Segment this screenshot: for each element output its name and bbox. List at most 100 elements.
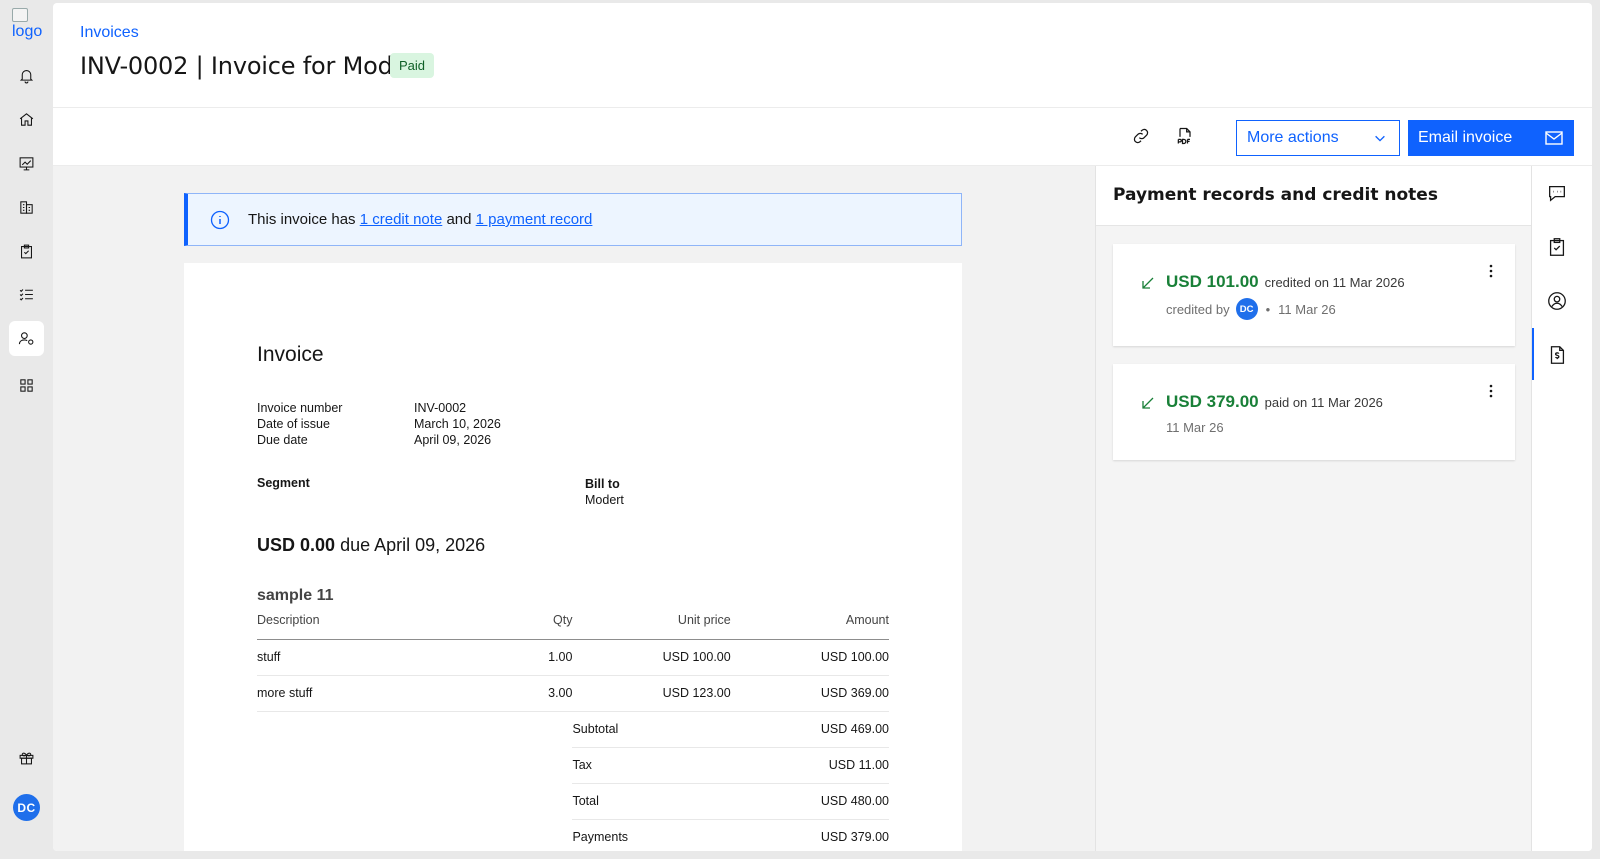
meta-value: April 09, 2026	[414, 433, 492, 447]
line-section-title: sample 11	[257, 587, 334, 604]
info-icon	[210, 210, 230, 229]
more-actions-dropdown[interactable]: More actions	[1236, 120, 1400, 156]
amount-due: USD 0.00 due April 09, 2026	[257, 535, 485, 556]
invoice-heading: Invoice	[257, 343, 324, 366]
home-icon	[19, 113, 34, 126]
clipboard-icon	[21, 244, 32, 259]
main-panel: Invoices INV-0002 | Invoice for Modert P…	[53, 3, 1592, 851]
meta-row: Due date April 09, 2026	[257, 432, 501, 448]
apps-button[interactable]	[9, 368, 44, 403]
meta-value: INV-0002	[414, 401, 467, 415]
record-amount: USD 379.00 paid on 11 Mar 2026	[1166, 392, 1383, 412]
copy-link-button[interactable]	[1130, 125, 1152, 147]
record-date: 11 Mar 26	[1166, 420, 1224, 435]
user-circle-icon	[1548, 292, 1566, 310]
col-description: Description	[257, 613, 451, 640]
email-invoice-button[interactable]: Email invoice	[1408, 120, 1574, 156]
chart-icon	[19, 157, 34, 171]
dashboard-button[interactable]	[9, 146, 44, 181]
comments-tab[interactable]	[1546, 182, 1568, 204]
status-badge: Paid	[390, 53, 435, 78]
pdf-icon	[1177, 127, 1191, 145]
logo[interactable]: logo	[12, 8, 44, 46]
building-icon	[20, 201, 33, 214]
payment-records-panel: Payment records and credit notes USD 101…	[1095, 166, 1531, 851]
breadcrumb-invoices[interactable]: Invoices	[80, 24, 139, 42]
record-action: credited on 11 Mar 2026	[1264, 275, 1405, 290]
meta-label: Due date	[257, 433, 308, 447]
table-row: more stuff 3.00 USD 123.00 USD 369.00	[257, 675, 889, 712]
tasks-tab[interactable]	[1546, 236, 1568, 258]
overflow-menu-icon[interactable]	[1489, 264, 1493, 278]
record-subline: credited by DC • 11 Mar 26	[1166, 298, 1336, 320]
page-header: Invoices INV-0002 | Invoice for Modert P…	[53, 3, 1592, 108]
record-card[interactable]: USD 379.00 paid on 11 Mar 2026 11 Mar 26	[1113, 364, 1515, 460]
credit-note-link[interactable]: 1 credit note	[360, 211, 443, 228]
amount-due-value: USD 0.00	[257, 535, 336, 555]
cell-description: stuff	[257, 639, 451, 676]
bill-to-label: Bill to	[585, 477, 620, 491]
broken-image-icon	[12, 8, 28, 22]
user-avatar[interactable]: DC	[13, 794, 40, 821]
chevron-down-icon	[1375, 135, 1385, 142]
totals-row: Subtotal USD 469.00	[257, 711, 889, 748]
payment-record-link[interactable]: 1 payment record	[476, 211, 593, 228]
total-value: USD 379.00	[730, 819, 889, 851]
record-amount-value: USD 101.00	[1166, 272, 1259, 291]
line-items-table: Description Qty Unit price Amount stuff …	[257, 613, 889, 851]
total-value: USD 11.00	[730, 747, 889, 784]
table-row: stuff 1.00 USD 100.00 USD 100.00	[257, 639, 889, 676]
arrow-down-left-icon	[1142, 397, 1154, 409]
record-action: paid on 11 Mar 2026	[1264, 395, 1383, 410]
apps-icon	[20, 379, 33, 392]
cell-description: more stuff	[257, 675, 451, 712]
checklist-button[interactable]	[9, 277, 44, 312]
mail-icon	[1545, 131, 1563, 145]
record-by-label: credited by	[1166, 301, 1230, 317]
download-pdf-button[interactable]	[1174, 125, 1196, 147]
right-icon-bar	[1531, 166, 1592, 851]
contacts-tab[interactable]	[1546, 290, 1568, 312]
bell-icon	[19, 70, 34, 84]
notice-prefix: This invoice has	[248, 211, 356, 228]
cell-unit-price: USD 100.00	[572, 639, 731, 676]
active-indicator	[1532, 328, 1534, 380]
arrow-down-left-icon	[1142, 277, 1154, 289]
notifications-button[interactable]	[9, 58, 44, 93]
record-card[interactable]: USD 101.00 credited on 11 Mar 2026 credit…	[1113, 244, 1515, 346]
invoice-dollar-icon	[1550, 346, 1565, 364]
buildings-button[interactable]	[9, 190, 44, 225]
avatar: DC	[1235, 298, 1258, 320]
cell-qty: 3.00	[450, 675, 573, 712]
total-value: USD 469.00	[730, 711, 889, 748]
link-icon	[1133, 128, 1149, 144]
user-settings-icon	[18, 332, 34, 345]
amount-due-text: due April 09, 2026	[340, 535, 486, 555]
payments-tab[interactable]	[1546, 344, 1568, 366]
separator-dot: •	[1265, 301, 1271, 317]
record-subline: 11 Mar 26	[1166, 420, 1224, 435]
invoice-preview-area: This invoice has 1 credit note and 1 pay…	[53, 166, 1095, 851]
total-label: Total	[572, 783, 731, 820]
tasks-button[interactable]	[9, 234, 44, 269]
invoice-document: Invoice Invoice number INV-0002 Date of i…	[184, 263, 962, 851]
home-button[interactable]	[9, 102, 44, 137]
total-label: Tax	[572, 747, 731, 784]
customers-button[interactable]	[9, 321, 44, 356]
overflow-menu-icon[interactable]	[1489, 384, 1493, 398]
task-list-icon	[19, 289, 33, 301]
invoice-meta: Invoice number INV-0002 Date of issue Marc…	[257, 400, 501, 448]
left-navigation-rail: logo DC	[0, 0, 53, 859]
panel-title: Payment records and credit notes	[1113, 185, 1438, 205]
totals-row: Tax USD 11.00	[257, 747, 889, 784]
meta-label: Date of issue	[257, 417, 330, 431]
meta-label: Invoice number	[257, 401, 343, 415]
cell-amount: USD 369.00	[730, 675, 889, 712]
table-header-row: Description Qty Unit price Amount	[257, 613, 889, 640]
email-invoice-label: Email invoice	[1418, 129, 1513, 146]
gift-icon	[19, 752, 34, 765]
gift-button[interactable]	[9, 740, 44, 775]
meta-value: March 10, 2026	[414, 417, 501, 431]
total-label: Payments	[572, 819, 731, 851]
col-amount: Amount	[730, 613, 889, 640]
